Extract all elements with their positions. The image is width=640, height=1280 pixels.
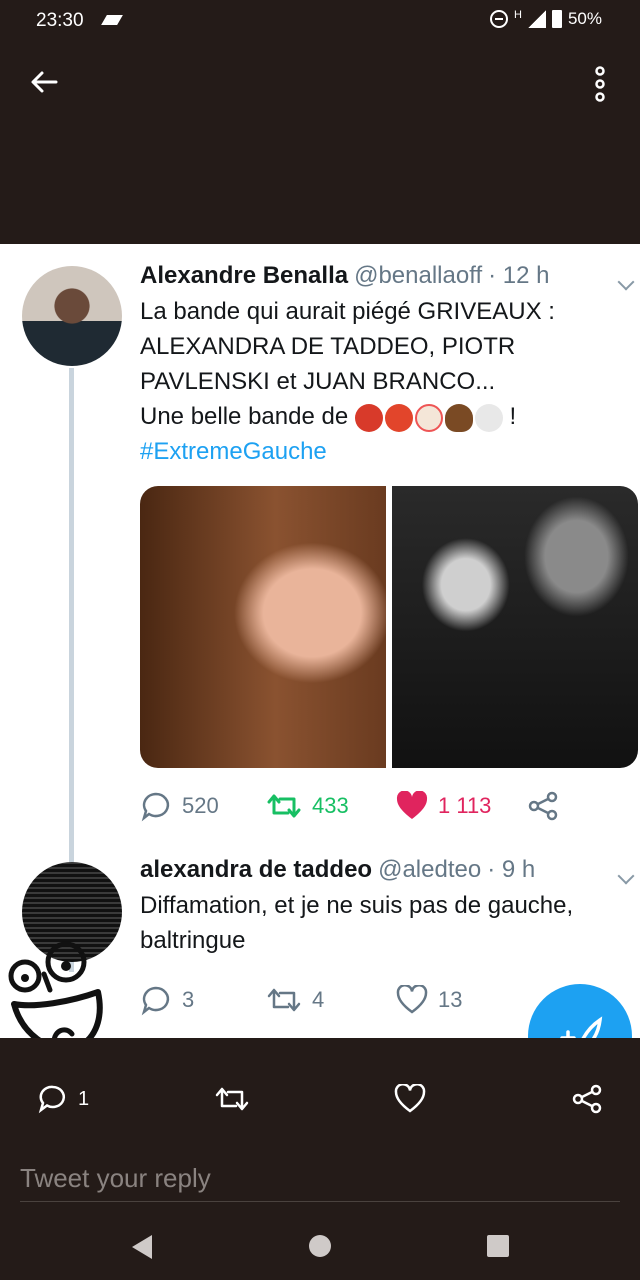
- tweet-line: La bande qui aurait piégé GRIVEAUX :: [140, 298, 555, 325]
- reply-count: 520: [182, 793, 219, 818]
- retweet-count: 433: [312, 793, 349, 818]
- heart-outline-icon[interactable]: [394, 1084, 426, 1114]
- battery-percent: 50%: [567, 9, 602, 28]
- status-time: 23:30: [36, 10, 84, 31]
- retweet-icon: [267, 988, 301, 1012]
- like-count: 13: [438, 987, 463, 1012]
- bottom-reply-button[interactable]: 1: [38, 1084, 89, 1114]
- author-name[interactable]: alexandra de taddeo: [140, 856, 372, 884]
- reply-button[interactable]: 520: [140, 790, 266, 822]
- retweet-button[interactable]: 433: [266, 791, 396, 821]
- notification-icon: [101, 15, 123, 25]
- tweet-actions: 520 433 1 113: [140, 790, 558, 822]
- retweet-icon[interactable]: [214, 1084, 250, 1114]
- tweet-line: Une belle bande de !: [140, 399, 620, 434]
- bottom-reply-count: 1: [78, 1087, 90, 1110]
- heart-outline-icon: [396, 985, 428, 1014]
- signal-icon: [527, 10, 546, 28]
- angry-face-icon: [384, 403, 413, 432]
- reply-icon: [141, 792, 170, 822]
- tweet-time: · 9 h: [487, 856, 536, 883]
- tweet-line: ALEXANDRA DE TADDEO, PIOTR: [140, 333, 516, 360]
- reply-bar: 1: [0, 1038, 640, 1280]
- tweet-line: Diffamation, et je ne suis pas de gauche…: [140, 892, 574, 919]
- doodle-face-icon: [8, 941, 103, 1038]
- status-icons: H 50%: [490, 9, 602, 29]
- tweet-benalla[interactable]: Alexandre Benalla @benallaoff · 12 h La …: [140, 262, 635, 469]
- tweet-taddeo[interactable]: alexandra de taddeo @aledteo · 9 h Diffa…: [140, 856, 635, 958]
- share-icon[interactable]: [528, 791, 558, 821]
- tweet-text: Diffamation, et je ne suis pas de gauche…: [140, 888, 620, 958]
- nav-back-icon[interactable]: [130, 1234, 154, 1260]
- nav-home-icon[interactable]: [308, 1234, 332, 1258]
- retweet-button[interactable]: 4: [266, 985, 396, 1015]
- share-icon[interactable]: [572, 1084, 602, 1114]
- tweet-time: · 12 h: [488, 262, 550, 289]
- back-arrow-icon[interactable]: [28, 66, 60, 98]
- retweet-count: 4: [312, 987, 325, 1012]
- do-not-disturb-icon: [490, 10, 509, 28]
- reply-icon: [38, 1085, 66, 1114]
- like-count: 1 113: [438, 793, 492, 818]
- like-button[interactable]: 1 113: [396, 791, 528, 821]
- network-type-label: H: [514, 9, 522, 21]
- tweet-thread: Alexandre Benalla @benallaoff · 12 h La …: [0, 244, 640, 1038]
- tweet-line-text: Une belle bande de: [140, 403, 349, 430]
- reply-count: 3: [182, 987, 195, 1012]
- system-nav-bar: [0, 1218, 640, 1274]
- clown-face-icon: [414, 403, 443, 432]
- skull-and-crossbones-icon: [474, 403, 503, 432]
- retweet-icon: [267, 794, 301, 818]
- chevron-down-icon[interactable]: [617, 273, 635, 291]
- media-photo-1[interactable]: [140, 486, 386, 768]
- tweet-line: PAVLENSKI et JUAN BRANCO...: [140, 368, 496, 395]
- tweet-header: alexandra de taddeo @aledteo · 9 h: [140, 856, 620, 884]
- reply-icon: [141, 986, 170, 1016]
- like-button[interactable]: 13: [396, 985, 462, 1015]
- hashtag-link[interactable]: #ExtremeGauche: [140, 434, 620, 469]
- avatar-benalla[interactable]: [22, 266, 122, 366]
- tweet-media[interactable]: [140, 486, 638, 768]
- emoji-group: [354, 403, 503, 432]
- cursing-face-icon: [354, 403, 383, 432]
- media-photo-2[interactable]: [392, 486, 638, 768]
- chevron-down-icon[interactable]: [617, 867, 635, 885]
- battery-icon: [551, 10, 562, 28]
- heart-icon: [396, 791, 428, 819]
- more-options-icon[interactable]: [588, 66, 612, 102]
- author-handle: @benallaoff: [354, 262, 483, 289]
- author-name[interactable]: Alexandre Benalla: [140, 262, 348, 290]
- tweet-actions: 3 4 13: [140, 984, 462, 1016]
- tweet-header: Alexandre Benalla @benallaoff · 12 h: [140, 262, 620, 290]
- reply-input[interactable]: [20, 1156, 620, 1202]
- reply-button[interactable]: 3: [140, 984, 266, 1016]
- pile-of-poo-icon: [444, 403, 473, 432]
- author-handle: @aledteo: [378, 856, 482, 883]
- tweet-punctuation: !: [509, 403, 517, 430]
- compose-tweet-button[interactable]: [528, 984, 632, 1038]
- compose-feather-icon: [560, 1016, 603, 1038]
- app-bar: [0, 44, 640, 244]
- status-bar: 23:30 H 50%: [0, 0, 640, 44]
- tweet-line: baltringue: [140, 927, 246, 954]
- tweet-text: La bande qui aurait piégé GRIVEAUX : ALE…: [140, 294, 620, 469]
- nav-recents-icon[interactable]: [486, 1234, 510, 1258]
